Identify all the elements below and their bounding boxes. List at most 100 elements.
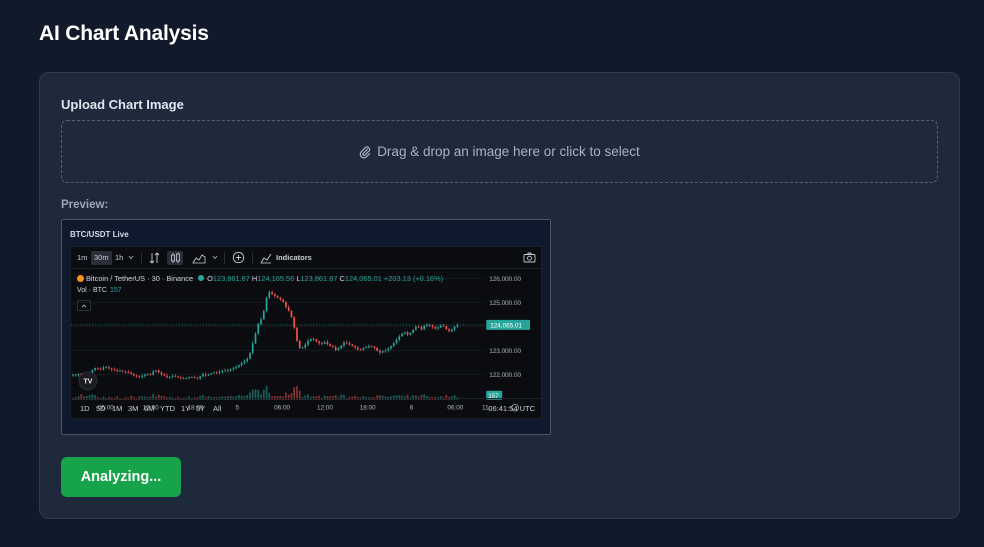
toolbar-divider xyxy=(252,252,253,264)
candle-body xyxy=(376,347,379,351)
candle-body xyxy=(453,326,456,330)
candle-body xyxy=(179,377,182,379)
candle-body xyxy=(177,376,179,378)
y-axis-tick-label: 123,000.00 xyxy=(489,348,521,355)
candle-body xyxy=(271,292,273,295)
candle-body xyxy=(345,342,348,344)
candle-body xyxy=(113,369,116,371)
candle-body xyxy=(226,369,229,371)
candle-body xyxy=(323,342,326,344)
candle-body xyxy=(224,369,226,371)
paperclip-icon xyxy=(359,145,371,158)
candle-body xyxy=(298,340,301,349)
upload-card: Upload Chart Image Drag & drop an image … xyxy=(39,72,960,519)
candle-body xyxy=(254,333,257,344)
candle-body xyxy=(384,350,387,352)
price-badge-label: 124,065.01 xyxy=(490,322,522,329)
candle-body xyxy=(204,374,207,376)
candle-body xyxy=(157,370,160,373)
candle-body xyxy=(121,370,124,372)
range-3m: 3M xyxy=(128,404,139,413)
candle-body xyxy=(124,371,127,373)
area-chart-icon xyxy=(192,254,206,264)
tv-toolbar: 1m 30m 1h Indicators xyxy=(71,247,541,269)
candle-body xyxy=(262,310,265,320)
candle-body xyxy=(370,345,373,347)
candle-body xyxy=(334,347,337,350)
candle-body xyxy=(354,346,356,348)
candle-body xyxy=(282,299,285,303)
candle-body xyxy=(343,342,345,346)
candle-body xyxy=(132,373,135,376)
candle-body xyxy=(321,343,323,345)
toolbar-divider xyxy=(141,252,142,264)
candle-body xyxy=(340,345,343,349)
candle-body xyxy=(307,340,309,345)
collapse-legend-button xyxy=(77,300,91,311)
ohlc-open: 123,861.87 xyxy=(212,274,250,283)
chevron-down-icon xyxy=(128,255,134,260)
range-6m: 6M xyxy=(144,404,155,413)
range-1m: 1M xyxy=(112,404,123,413)
candle-body xyxy=(185,378,188,380)
candle-body xyxy=(238,365,240,368)
candle-body xyxy=(202,374,204,377)
analyze-button[interactable]: Analyzing... xyxy=(61,457,181,497)
candle-body xyxy=(431,325,434,327)
candle-body xyxy=(240,362,243,366)
candle-body xyxy=(276,295,279,298)
candle-body xyxy=(182,378,185,379)
candle-body xyxy=(166,375,168,378)
candle-body xyxy=(105,367,108,369)
candle-body xyxy=(193,377,196,378)
candle-body xyxy=(420,326,423,330)
candle-body xyxy=(108,367,110,369)
candle-body xyxy=(265,297,268,311)
candle-body xyxy=(243,360,246,363)
preview-image: BTC/USDT Live 1m 30m 1h Indicators 126,0… xyxy=(61,219,551,435)
candle-body xyxy=(152,371,155,375)
candle-body xyxy=(285,302,287,308)
bitcoin-icon xyxy=(77,275,84,282)
candle-body xyxy=(290,310,293,317)
candle-body xyxy=(368,345,370,348)
candle-body xyxy=(199,376,202,379)
candle-body xyxy=(171,375,174,377)
candle-body xyxy=(287,307,290,311)
candle-body xyxy=(417,326,420,328)
ohlc-high: 124,165.56 xyxy=(257,274,295,283)
live-indicator-icon xyxy=(198,275,205,281)
candle-body xyxy=(163,374,166,376)
candle-body xyxy=(304,344,307,348)
candle-body xyxy=(196,377,199,379)
candle-body xyxy=(448,329,450,332)
candle-body xyxy=(144,374,146,377)
candle-body xyxy=(395,339,398,344)
candle-body xyxy=(381,351,384,353)
candle-body xyxy=(445,326,448,330)
upload-section-label: Upload Chart Image xyxy=(61,97,184,112)
image-dropzone[interactable]: Drag & drop an image here or click to se… xyxy=(61,120,938,183)
candle-body xyxy=(116,370,119,372)
candle-body xyxy=(315,339,318,342)
candle-body xyxy=(146,373,149,375)
candle-body xyxy=(390,346,392,349)
compare-icon xyxy=(149,252,160,264)
candle-body xyxy=(437,327,439,329)
candle-body xyxy=(318,341,320,344)
y-axis-tick-label: 126,000.00 xyxy=(489,276,521,283)
candle-body xyxy=(188,377,190,379)
candle-body xyxy=(221,370,224,372)
candle-body xyxy=(257,324,260,334)
candle-body xyxy=(312,338,315,340)
candle-body xyxy=(362,348,365,350)
candle-body xyxy=(412,329,414,333)
candle-body xyxy=(401,333,403,337)
volume-legend: Vol · BTC 157 xyxy=(77,287,122,294)
candle-body xyxy=(127,372,130,373)
candle-body xyxy=(94,368,96,371)
indicators-icon xyxy=(260,253,272,264)
y-axis-tick-label: 122,000.00 xyxy=(489,372,521,379)
range-ytd: YTD xyxy=(160,404,175,413)
candle-body xyxy=(215,372,218,374)
